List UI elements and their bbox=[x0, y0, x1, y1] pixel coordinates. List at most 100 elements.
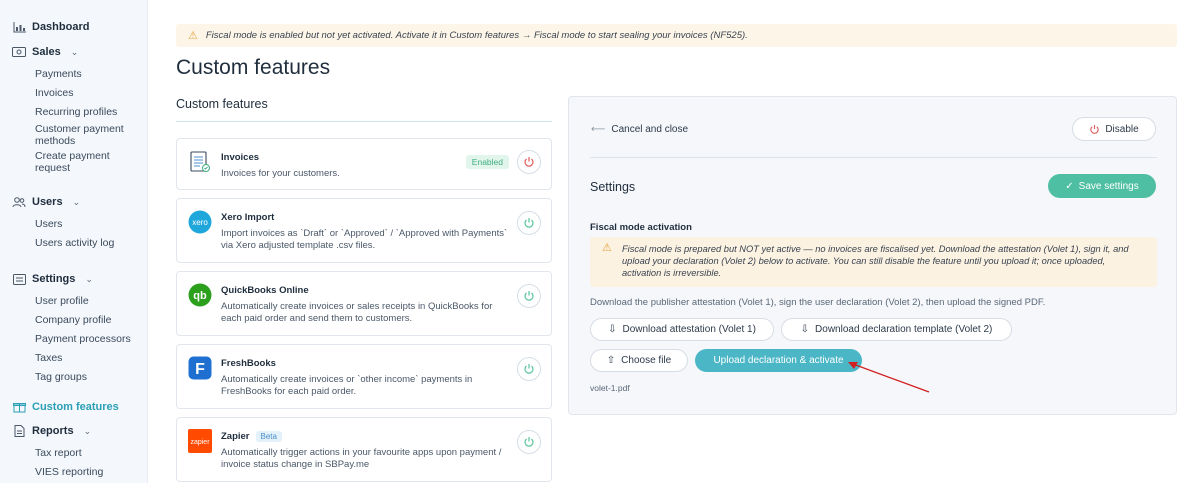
sidebar-item-user-profile[interactable]: User profile bbox=[35, 295, 135, 307]
sidebar-item-payments[interactable]: Payments bbox=[35, 68, 135, 80]
nav-reports-label: Reports bbox=[32, 425, 74, 437]
feature-desc: Automatically create invoices or `other … bbox=[221, 374, 473, 397]
svg-text:zapier: zapier bbox=[190, 439, 210, 446]
sidebar-item-tax-report[interactable]: Tax report bbox=[35, 447, 135, 459]
disable-button[interactable]: Disable bbox=[1072, 117, 1156, 141]
download-declaration-label: Download declaration template (Volet 2) bbox=[815, 324, 993, 335]
svg-text:F: F bbox=[195, 361, 205, 378]
arrow-left-icon: ⟵ bbox=[591, 124, 606, 135]
nav-users[interactable]: Users ⌄ bbox=[12, 196, 80, 208]
svg-text:xero: xero bbox=[192, 218, 208, 227]
save-settings-button[interactable]: ✓ Save settings bbox=[1048, 174, 1156, 198]
upload-icon: ⇧ bbox=[606, 355, 616, 366]
feature-card-xero[interactable]: xero Xero Import Import invoices as `Dra… bbox=[176, 198, 552, 263]
download-attestation-label: Download attestation (Volet 1) bbox=[622, 324, 756, 335]
power-toggle[interactable] bbox=[517, 430, 541, 454]
zapier-logo: zapier bbox=[188, 429, 212, 453]
users-icon bbox=[12, 196, 26, 208]
section-title: Custom features bbox=[176, 97, 268, 111]
invoice-icon bbox=[188, 150, 212, 174]
settings-title: Settings bbox=[590, 180, 636, 194]
download-attestation-button[interactable]: ⇩ Download attestation (Volet 1) bbox=[590, 318, 774, 341]
sidebar-item-company-profile[interactable]: Company profile bbox=[35, 314, 135, 326]
disable-label: Disable bbox=[1105, 123, 1139, 135]
quickbooks-logo: qb bbox=[188, 283, 212, 307]
sidebar-item-users[interactable]: Users bbox=[35, 218, 135, 230]
sidebar-item-customer-payment-methods[interactable]: Customer payment methods bbox=[35, 123, 135, 147]
feature-desc: Automatically create invoices or sales r… bbox=[221, 301, 493, 324]
power-icon bbox=[524, 364, 534, 374]
chevron-down-icon[interactable]: ⌄ bbox=[73, 197, 81, 208]
power-toggle[interactable] bbox=[517, 211, 541, 235]
power-icon bbox=[1090, 124, 1100, 134]
sidebar-item-create-payment-request[interactable]: Create payment request bbox=[35, 150, 135, 174]
sidebar-item-vies-reporting[interactable]: VIES reporting bbox=[35, 466, 135, 478]
feature-name: Xero Import bbox=[221, 212, 275, 223]
chevron-down-icon[interactable]: ⌄ bbox=[71, 47, 79, 58]
warning-icon: ⚠ bbox=[602, 242, 612, 254]
annotation-arrow bbox=[848, 362, 930, 393]
nav-settings[interactable]: Settings ⌄ bbox=[12, 273, 93, 285]
divider bbox=[590, 157, 1157, 158]
sidebar-item-users-activity-log[interactable]: Users activity log bbox=[35, 237, 135, 249]
settings-icon bbox=[12, 273, 26, 285]
download-declaration-button[interactable]: ⇩ Download declaration template (Volet 2… bbox=[781, 318, 1012, 341]
choose-file-label: Choose file bbox=[621, 355, 672, 366]
sidebar-item-recurring-profiles[interactable]: Recurring profiles bbox=[35, 106, 135, 118]
freshbooks-logo: F bbox=[188, 356, 212, 380]
sidebar: Dashboard Sales ⌄ Payments Invoices Recu… bbox=[0, 0, 148, 483]
choose-file-button[interactable]: ⇧ Choose file bbox=[590, 349, 688, 372]
feature-desc: Import invoices as `Draft` or `Approved`… bbox=[221, 228, 508, 251]
fiscal-mode-help: Download the publisher attestation (Vole… bbox=[590, 297, 1046, 308]
save-label: Save settings bbox=[1078, 180, 1139, 192]
feature-desc: Invoices for your customers. bbox=[221, 168, 340, 179]
selected-filename: volet-1.pdf bbox=[590, 383, 630, 393]
warning-icon: ⚠ bbox=[188, 30, 198, 42]
upload-activate-button[interactable]: Upload declaration & activate bbox=[695, 349, 862, 372]
power-toggle[interactable] bbox=[517, 357, 541, 381]
chevron-down-icon[interactable]: ⌄ bbox=[84, 426, 92, 437]
feature-card-quickbooks[interactable]: qb QuickBooks Online Automatically creat… bbox=[176, 271, 552, 336]
divider bbox=[176, 121, 552, 122]
feature-card-zapier[interactable]: zapier Zapier Beta Automatically trigger… bbox=[176, 417, 552, 482]
nav-dashboard-label: Dashboard bbox=[32, 21, 90, 33]
cancel-and-close-link[interactable]: ⟵ Cancel and close bbox=[591, 124, 688, 135]
chart-icon bbox=[12, 21, 26, 33]
nav-sales[interactable]: Sales ⌄ bbox=[12, 46, 78, 58]
power-icon bbox=[524, 437, 534, 447]
nav-custom-features-label: Custom features bbox=[32, 401, 119, 413]
sidebar-item-tag-groups[interactable]: Tag groups bbox=[35, 371, 135, 383]
nav-dashboard[interactable]: Dashboard bbox=[12, 21, 89, 33]
feature-card-freshbooks[interactable]: F FreshBooks Automatically create invoic… bbox=[176, 344, 552, 409]
status-badge: Enabled bbox=[465, 155, 509, 169]
nav-reports[interactable]: Reports ⌄ bbox=[12, 425, 91, 437]
fiscal-mode-warning-text: Fiscal mode is prepared but NOT yet acti… bbox=[622, 244, 1129, 278]
nav-users-label: Users bbox=[32, 196, 63, 208]
beta-badge: Beta bbox=[255, 431, 282, 442]
download-icon: ⇩ bbox=[800, 324, 810, 335]
check-icon: ✓ bbox=[1065, 180, 1074, 192]
report-icon bbox=[12, 425, 26, 437]
cash-icon bbox=[12, 46, 26, 58]
feature-card-invoices[interactable]: Invoices Invoices for your customers. En… bbox=[176, 138, 552, 190]
xero-logo: xero bbox=[188, 210, 212, 234]
nav-sales-label: Sales bbox=[32, 46, 61, 58]
gift-icon bbox=[12, 401, 26, 413]
fiscal-mode-title: Fiscal mode activation bbox=[590, 222, 692, 233]
cancel-label: Cancel and close bbox=[611, 124, 689, 135]
nav-settings-label: Settings bbox=[32, 273, 76, 285]
download-icon: ⇩ bbox=[608, 324, 617, 335]
feature-name: Zapier Beta bbox=[221, 431, 282, 442]
sidebar-item-taxes[interactable]: Taxes bbox=[35, 352, 135, 364]
sidebar-item-invoices[interactable]: Invoices bbox=[35, 87, 135, 99]
power-toggle[interactable] bbox=[517, 284, 541, 308]
power-icon bbox=[524, 157, 534, 167]
chevron-down-icon[interactable]: ⌄ bbox=[85, 274, 93, 285]
sidebar-item-payment-processors[interactable]: Payment processors bbox=[35, 333, 135, 345]
feature-desc: Automatically trigger actions in your fa… bbox=[221, 447, 502, 470]
feature-name-text: Zapier bbox=[221, 431, 250, 442]
nav-custom-features[interactable]: Custom features bbox=[12, 401, 119, 413]
fiscal-mode-banner: ⚠ Fiscal mode is enabled but not yet act… bbox=[176, 24, 1177, 47]
power-toggle[interactable] bbox=[517, 150, 541, 174]
fiscal-mode-warning: ⚠ Fiscal mode is prepared but NOT yet ac… bbox=[590, 237, 1157, 287]
